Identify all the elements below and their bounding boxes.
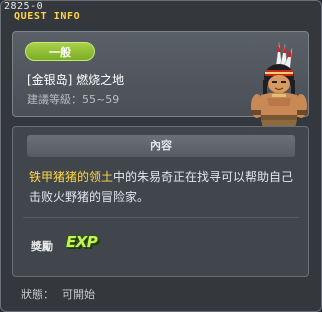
quest-header-card: 一般 [金银岛] 燃烧之地 建議等級：55~59: [12, 31, 309, 143]
quest-info-window: 2825-0 QUEST INFO 一般 [金银岛] 燃烧之地 建議等級：55~…: [0, 0, 322, 312]
status-label: 狀態：: [21, 288, 54, 301]
quest-body-panel: 內容 铁甲猪猪的领土中的朱易奇正在找寻可以帮助自己击败火野猪的冒险家。 獎勵 E…: [12, 126, 309, 277]
req-level-label: 建議等級：: [27, 93, 82, 106]
reward-divider: [23, 217, 299, 218]
recommended-level: 建議等級：55~59: [27, 91, 119, 107]
reward-label: 獎勵: [31, 240, 53, 253]
window-title: QUEST INFO: [14, 11, 81, 22]
desc-highlight: 铁甲猪猪的领土: [29, 170, 114, 184]
quest-category-badge: 一般: [25, 42, 95, 61]
quest-status: 狀態： 可開始: [21, 286, 95, 302]
req-level-value: 55~59: [82, 93, 120, 106]
quest-description: 铁甲猪猪的领土中的朱易奇正在找寻可以帮助自己击败火野猪的冒险家。: [29, 167, 303, 207]
exp-icon: EXP: [66, 233, 98, 251]
status-value: 可開始: [62, 288, 95, 301]
content-section-title: 內容: [27, 135, 295, 157]
quest-name: [金银岛] 燃烧之地: [27, 73, 125, 87]
